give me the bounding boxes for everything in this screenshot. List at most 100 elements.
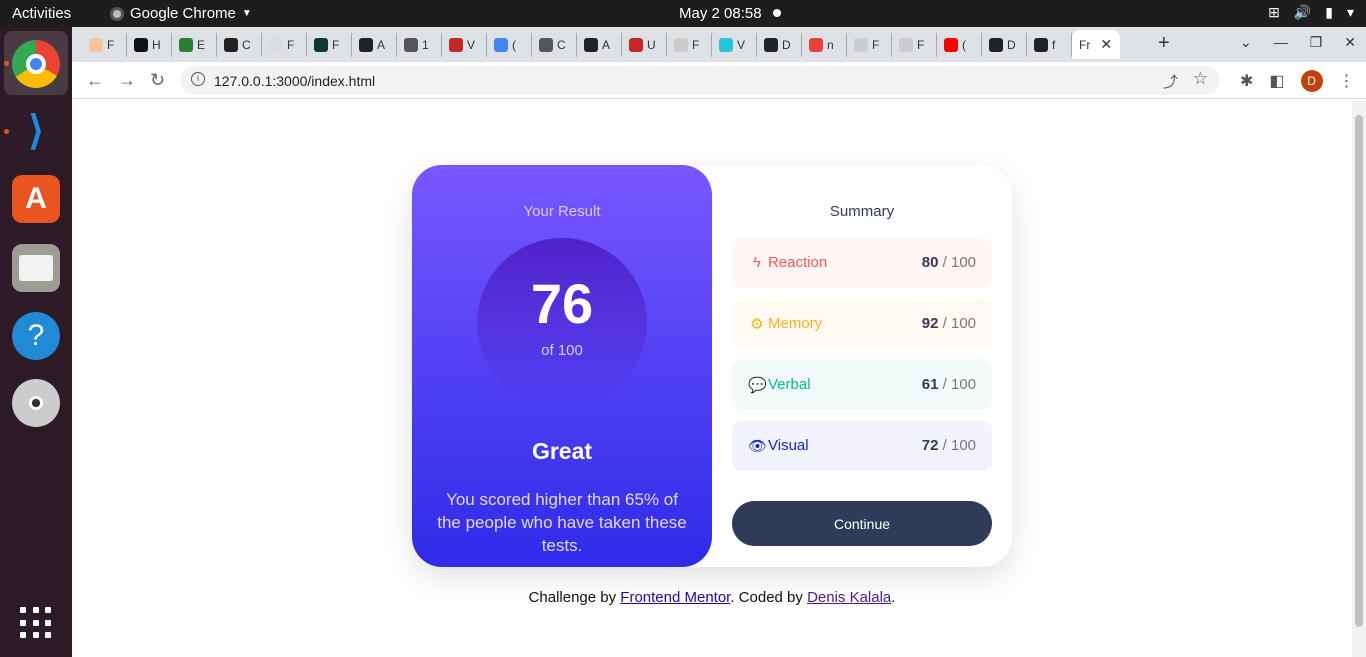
browser-tab[interactable]: F <box>667 33 712 57</box>
tab-favicon-icon <box>854 38 868 52</box>
page-scrollbar[interactable] <box>1352 100 1366 657</box>
browser-tab[interactable]: F <box>847 33 892 57</box>
browser-tab[interactable]: E <box>172 33 217 57</box>
tab-favicon-icon <box>764 38 778 52</box>
tab-title: D <box>782 38 791 52</box>
url-text[interactable]: 127.0.0.1:3000/index.html <box>214 73 375 89</box>
window-controls: ⌄ — ❐ ✕ <box>1240 34 1356 51</box>
active-tab[interactable]: Fr ✕ <box>1072 30 1120 59</box>
close-window-button[interactable]: ✕ <box>1344 34 1356 51</box>
forward-button[interactable]: → <box>118 70 136 91</box>
browser-tab[interactable]: ( <box>937 33 982 57</box>
tab-title: C <box>242 38 251 52</box>
tab-search-icon[interactable]: ⌄ <box>1240 34 1252 51</box>
browser-tab[interactable]: F <box>307 33 352 57</box>
browser-tab[interactable]: U <box>622 33 667 57</box>
attribution: Challenge by Frontend Mentor. Coded by D… <box>72 589 1352 606</box>
tab-title: F <box>872 38 880 52</box>
browser-tab[interactable]: A <box>352 33 397 57</box>
tab-title: A <box>602 38 611 52</box>
profile-avatar[interactable]: D <box>1300 70 1323 92</box>
tab-favicon-icon <box>944 38 958 52</box>
tab-favicon-icon <box>449 38 463 52</box>
tab-favicon-icon <box>584 38 598 52</box>
browser-tab[interactable]: f <box>1027 33 1072 57</box>
browser-tab[interactable]: F <box>262 33 307 57</box>
tab-favicon-icon <box>224 38 238 52</box>
tab-favicon-icon <box>809 38 823 52</box>
browser-tab[interactable]: n <box>802 33 847 57</box>
browser-tab[interactable]: V <box>442 33 487 57</box>
browser-tab[interactable]: 1 <box>397 33 442 57</box>
bookmark-star-icon[interactable]: ☆ <box>1193 69 1208 89</box>
browser-tab[interactable]: C <box>532 33 577 57</box>
category-label: Memory <box>768 315 823 332</box>
files-launcher-icon[interactable] <box>12 244 60 292</box>
summary-row-verbal: 💬 Verbal 61 / 100 <box>732 359 992 410</box>
browser-tab[interactable]: D <box>982 33 1027 57</box>
power-menu-icon[interactable]: ▾ <box>1347 4 1354 21</box>
author-link[interactable]: Denis Kalala <box>807 589 891 606</box>
more-menu-icon[interactable]: ⋮ <box>1339 71 1355 91</box>
browser-tab[interactable]: V <box>712 33 757 57</box>
network-icon[interactable]: ⊞ <box>1268 4 1280 21</box>
tab-title: n <box>827 38 834 52</box>
address-bar[interactable]: i 127.0.0.1:3000/index.html ⤴ ☆ <box>180 66 1220 95</box>
category-score: 72 / 100 <box>921 437 976 454</box>
tab-title: F <box>332 38 340 52</box>
new-tab-button[interactable]: + <box>1158 32 1170 55</box>
category-score: 61 / 100 <box>921 376 976 393</box>
running-indicator <box>4 61 9 66</box>
chat-icon: 💬 <box>748 376 767 394</box>
maximize-button[interactable]: ❐ <box>1310 34 1323 51</box>
minimize-button[interactable]: — <box>1274 34 1288 51</box>
running-indicator <box>4 129 9 134</box>
score-max: of 100 <box>541 342 583 359</box>
tab-strip: F H E C F F A 1 V (C A U F V Dn F F (Df Fr ✕ + ⌄ — ❐ ✕ <box>72 27 1366 62</box>
rank-title: Great <box>531 438 593 464</box>
chrome-launcher-icon[interactable] <box>12 40 60 88</box>
clock[interactable]: May 2 08:58 <box>679 5 762 22</box>
show-apps-icon[interactable] <box>20 607 52 639</box>
brain-icon: ⚙ <box>750 315 764 333</box>
browser-tab[interactable]: F <box>82 33 127 57</box>
browser-tab[interactable]: ( <box>487 33 532 57</box>
browser-tab[interactable]: F <box>892 33 937 57</box>
app-menu[interactable]: Google Chrome ▼ <box>110 5 252 22</box>
tab-title: V <box>737 38 746 52</box>
category-score: 92 / 100 <box>921 315 976 332</box>
results-card: Your Result 76 of 100 Great You scored h… <box>412 165 1012 567</box>
extensions-icon[interactable]: ✱ <box>1240 71 1253 91</box>
share-icon[interactable]: ⤴ <box>1163 71 1178 92</box>
help-launcher-icon[interactable]: ? <box>12 312 60 360</box>
frontend-mentor-link[interactable]: Frontend Mentor <box>620 589 730 606</box>
browser-tab[interactable]: D <box>757 33 802 57</box>
software-store-icon[interactable]: A <box>12 175 60 223</box>
tab-title: Fr <box>1079 37 1091 52</box>
summary-row-reaction: ϟ Reaction 80 / 100 <box>732 237 992 288</box>
tab-favicon-icon <box>989 38 1003 52</box>
site-info-icon[interactable]: i <box>191 72 205 86</box>
tab-favicon-icon <box>269 38 283 52</box>
activities-button[interactable]: Activities <box>12 5 71 22</box>
back-button[interactable]: ← <box>86 70 104 91</box>
tab-favicon-icon <box>899 38 913 52</box>
continue-button[interactable]: Continue <box>732 501 992 546</box>
scrollbar-thumb[interactable] <box>1355 115 1363 627</box>
tab-title: A <box>377 38 386 52</box>
browser-tab[interactable]: C <box>217 33 262 57</box>
tab-title: U <box>647 38 656 52</box>
browser-tab[interactable]: H <box>127 33 172 57</box>
close-tab-icon[interactable]: ✕ <box>1100 36 1112 53</box>
browser-tab[interactable]: A <box>577 33 622 57</box>
vscode-launcher-icon[interactable]: ⟩ <box>12 107 60 155</box>
volume-icon[interactable]: 🔊 <box>1294 4 1311 21</box>
result-description: You scored higher than 65% of the people… <box>437 490 687 555</box>
tab-title: F <box>917 38 925 52</box>
reload-button[interactable]: ↻ <box>150 70 165 91</box>
side-panel-icon[interactable]: ◧ <box>1269 71 1284 91</box>
category-label: Verbal <box>768 376 811 393</box>
system-tray[interactable]: ⊞ 🔊 ▮ ▾ <box>1268 4 1354 21</box>
battery-icon[interactable]: ▮ <box>1325 4 1333 21</box>
disc-launcher-icon[interactable] <box>12 379 60 427</box>
